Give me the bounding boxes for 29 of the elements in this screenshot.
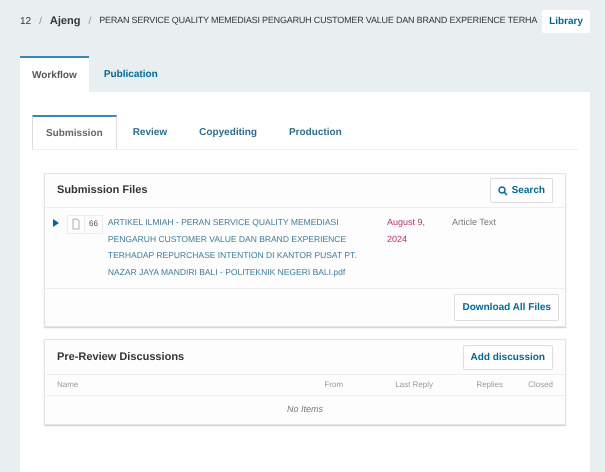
submission-title: PERAN SERVICE QUALITY MEMEDIASI PENGARUH CUSTOMER VALUE DAN BRAND EXPERIENCE TERHA — [99, 14, 538, 28]
breadcrumb-separator: / — [88, 14, 92, 28]
tab[interactable]: Workflow — [20, 56, 89, 92]
file-id: 66 — [84, 216, 102, 232]
library-button[interactable]: Library — [542, 10, 590, 32]
add-discussion-button[interactable]: Add discussion — [462, 344, 553, 370]
breadcrumb-separator: / — [39, 14, 42, 28]
stage-tab[interactable]: Copyediting — [183, 115, 273, 149]
column-header: Replies — [476, 379, 503, 391]
stage-tab[interactable]: Review — [116, 115, 184, 149]
file-type: Article Text — [452, 216, 496, 229]
stage-tab[interactable]: Production — [272, 115, 358, 149]
empty-message: No Items — [286, 403, 323, 416]
file-date: August 9, 2024 — [387, 216, 426, 246]
column-header: Closed — [528, 379, 553, 391]
download-all-button[interactable]: Download All Files — [454, 294, 559, 321]
tab[interactable]: Publication — [88, 56, 173, 92]
author-name: Ajeng — [50, 14, 80, 29]
search-button[interactable]: Search — [490, 178, 553, 203]
column-header: Last Reply — [395, 379, 433, 391]
column-header: Name — [57, 379, 80, 391]
column-header: From — [324, 379, 343, 391]
section-title: Pre-Review Discussions — [57, 350, 184, 365]
search-icon — [498, 186, 508, 196]
expand-toggle-icon[interactable] — [53, 218, 61, 228]
submission-id: 12 — [20, 14, 32, 28]
section-title: Submission Files — [57, 183, 148, 198]
file-name-link[interactable]: ARTIKEL ILMIAH - PERAN SERVICE QUALITY MEMEDIASI PENGARUH CUSTOMER VALUE DAN BRAND EXPERIENCE TERHADAP REPURCHASE INTENTION DI KANTOR PUSAT PT. NAZAR JAYA MANDIRI BALI - POLITEKNIK NEGERI BALI.pdf — [108, 214, 367, 280]
stage-tab[interactable]: Submission — [32, 115, 117, 149]
